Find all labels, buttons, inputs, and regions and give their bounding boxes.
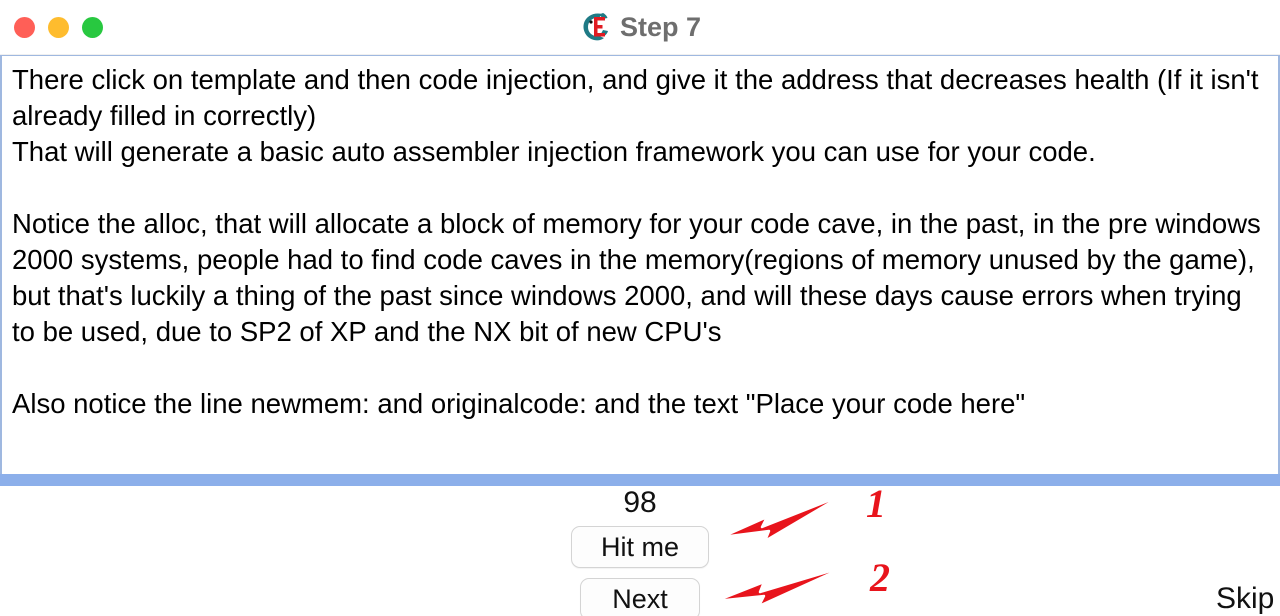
window-title: Step 7	[619, 11, 702, 42]
tutorial-text-area[interactable]: There click on template and then code in…	[0, 55, 1280, 479]
hit-me-button[interactable]: Hit me	[571, 526, 709, 568]
next-button[interactable]: Next	[580, 578, 700, 616]
tutorial-text: There click on template and then code in…	[12, 64, 1261, 419]
health-value-label: 98	[623, 486, 657, 519]
lower-panel: 98 Hit me Next Skip	[0, 486, 1280, 616]
horizontal-scrollbar[interactable]	[0, 474, 1280, 486]
cheat-engine-logo-icon	[583, 13, 608, 41]
minimize-window-button[interactable]	[48, 16, 69, 38]
maximize-window-button[interactable]	[82, 16, 103, 38]
tutorial-window: Step 7 There click on template and then …	[0, 0, 1280, 616]
title-center-group: Step 7	[0, 0, 1280, 54]
skip-button[interactable]: Skip	[1216, 578, 1274, 616]
title-bar: Step 7	[0, 0, 1280, 55]
window-controls	[14, 0, 103, 54]
close-window-button[interactable]	[14, 16, 35, 38]
